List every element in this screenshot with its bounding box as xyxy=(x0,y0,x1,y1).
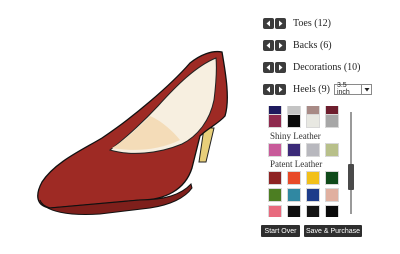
color-swatch-panel: Shiny Leather Patent Leather xyxy=(266,106,360,217)
color-swatch[interactable] xyxy=(325,171,339,185)
scrollbar-track xyxy=(350,112,352,214)
option-row-heels: Heels (9) 3.5 inch xyxy=(263,82,372,96)
color-swatch[interactable] xyxy=(268,143,282,157)
color-swatch[interactable] xyxy=(287,143,301,157)
option-label-heels: Heels (9) xyxy=(293,83,330,95)
group-label-shiny-leather: Shiny Leather xyxy=(270,131,321,141)
group-label-patent-leather: Patent Leather xyxy=(270,159,323,169)
next-arrow-icon[interactable] xyxy=(275,39,286,51)
color-swatch[interactable] xyxy=(268,188,282,202)
color-swatch[interactable] xyxy=(287,114,301,128)
swatch-scrollbar[interactable] xyxy=(348,112,354,214)
prev-arrow-icon[interactable] xyxy=(263,61,274,73)
heel-height-value: 3.5 inch xyxy=(336,82,350,96)
color-swatch[interactable] xyxy=(306,171,320,185)
shoe-preview xyxy=(0,0,258,254)
color-swatch[interactable] xyxy=(306,205,320,217)
prev-arrow-icon[interactable] xyxy=(263,39,274,51)
heel-height-select[interactable]: 3.5 inch xyxy=(333,82,372,96)
option-row-decorations: Decorations (10) xyxy=(263,60,360,74)
color-swatch[interactable] xyxy=(325,114,339,128)
prev-arrow-icon[interactable] xyxy=(263,83,274,95)
color-swatch[interactable] xyxy=(268,114,282,128)
next-arrow-icon[interactable] xyxy=(275,83,286,95)
color-swatch[interactable] xyxy=(268,205,282,217)
option-label-backs: Backs (6) xyxy=(293,39,332,51)
option-row-toes: Toes (12) xyxy=(263,16,331,30)
color-swatch[interactable] xyxy=(268,171,282,185)
color-swatch[interactable] xyxy=(287,171,301,185)
option-label-decorations: Decorations (10) xyxy=(293,61,361,73)
option-row-backs: Backs (6) xyxy=(263,38,332,52)
option-label-toes: Toes (12) xyxy=(293,17,331,29)
prev-arrow-icon[interactable] xyxy=(263,17,274,29)
chevron-down-icon xyxy=(361,84,371,94)
color-swatch[interactable] xyxy=(306,143,320,157)
color-swatch[interactable] xyxy=(306,188,320,202)
color-swatch[interactable] xyxy=(325,205,339,217)
color-swatch[interactable] xyxy=(306,114,320,128)
color-swatch[interactable] xyxy=(287,188,301,202)
color-swatch[interactable] xyxy=(287,205,301,217)
color-swatch[interactable] xyxy=(325,143,339,157)
save-purchase-button[interactable]: Save & Purchase xyxy=(304,225,362,237)
start-over-button[interactable]: Start Over xyxy=(261,225,300,237)
scrollbar-thumb[interactable] xyxy=(348,164,354,190)
color-swatch[interactable] xyxy=(325,188,339,202)
next-arrow-icon[interactable] xyxy=(275,17,286,29)
next-arrow-icon[interactable] xyxy=(275,61,286,73)
